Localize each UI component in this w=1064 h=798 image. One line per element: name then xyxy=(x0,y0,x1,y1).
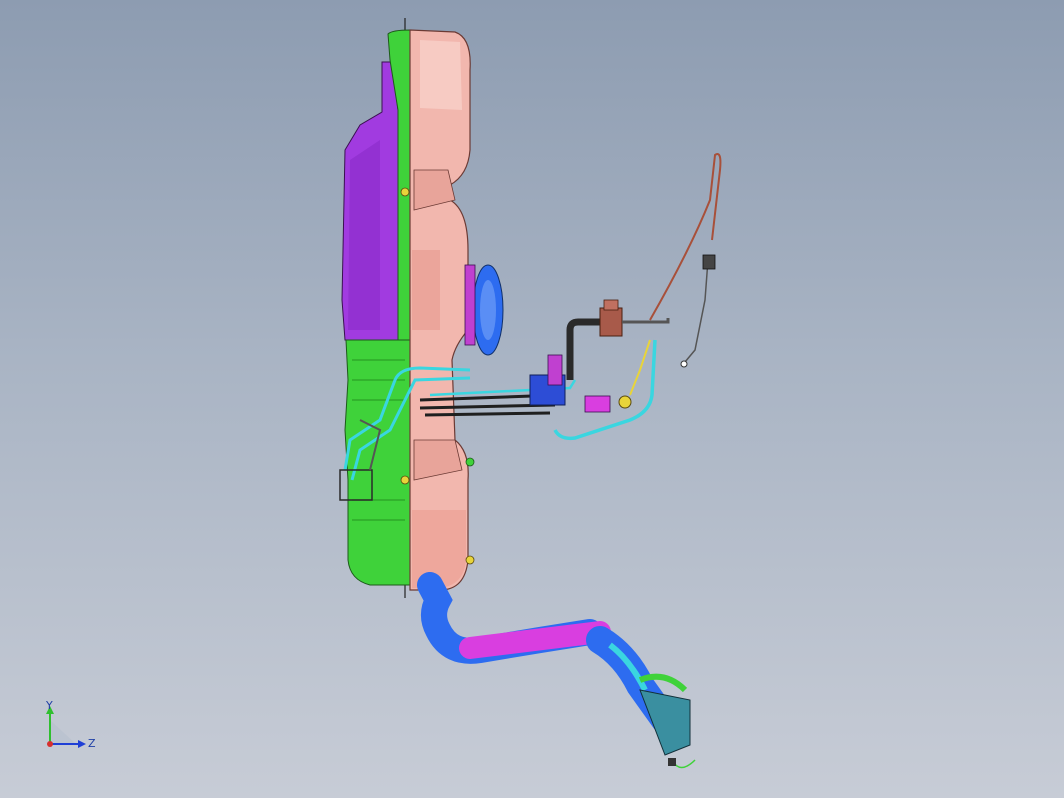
filler-cap xyxy=(668,758,676,766)
pump-mount-bracket xyxy=(464,264,476,346)
vent-bracket xyxy=(622,318,670,324)
tank-purple-shade xyxy=(348,140,380,330)
yellow-clamp xyxy=(618,395,632,409)
filler-neck-collar xyxy=(639,689,691,756)
tank-shell-highlight xyxy=(420,40,462,110)
mount-bolt-1 xyxy=(400,187,410,197)
fuel-pump-flange-inner xyxy=(480,280,496,340)
cad-viewport[interactable]: Y Z xyxy=(0,0,1064,798)
tank-shell-shade xyxy=(412,250,440,330)
triad-z-arrow xyxy=(78,740,86,748)
magenta-fitting xyxy=(584,395,611,413)
triad-plane xyxy=(50,720,76,744)
triad-y-label: Y xyxy=(45,700,53,712)
triad-x-axis xyxy=(47,741,53,747)
tank-green-bottom xyxy=(344,339,411,586)
mount-bolt-4 xyxy=(465,457,475,467)
mount-bolt-2 xyxy=(400,475,410,485)
vent-valve-cap xyxy=(603,299,619,311)
tether-clamp xyxy=(702,254,716,270)
tether-cable-lower xyxy=(684,259,709,363)
connector-clip xyxy=(547,354,563,386)
orientation-triad: Y Z xyxy=(45,700,96,750)
return-line-yellow xyxy=(629,339,651,396)
mount-bolt-3 xyxy=(465,555,475,565)
vent-valve xyxy=(599,307,623,337)
triad-z-label: Z xyxy=(88,737,96,750)
tether-end-ring xyxy=(680,360,688,368)
tether-cable xyxy=(649,153,722,321)
fuel-tank-assembly-model[interactable] xyxy=(0,0,1064,798)
